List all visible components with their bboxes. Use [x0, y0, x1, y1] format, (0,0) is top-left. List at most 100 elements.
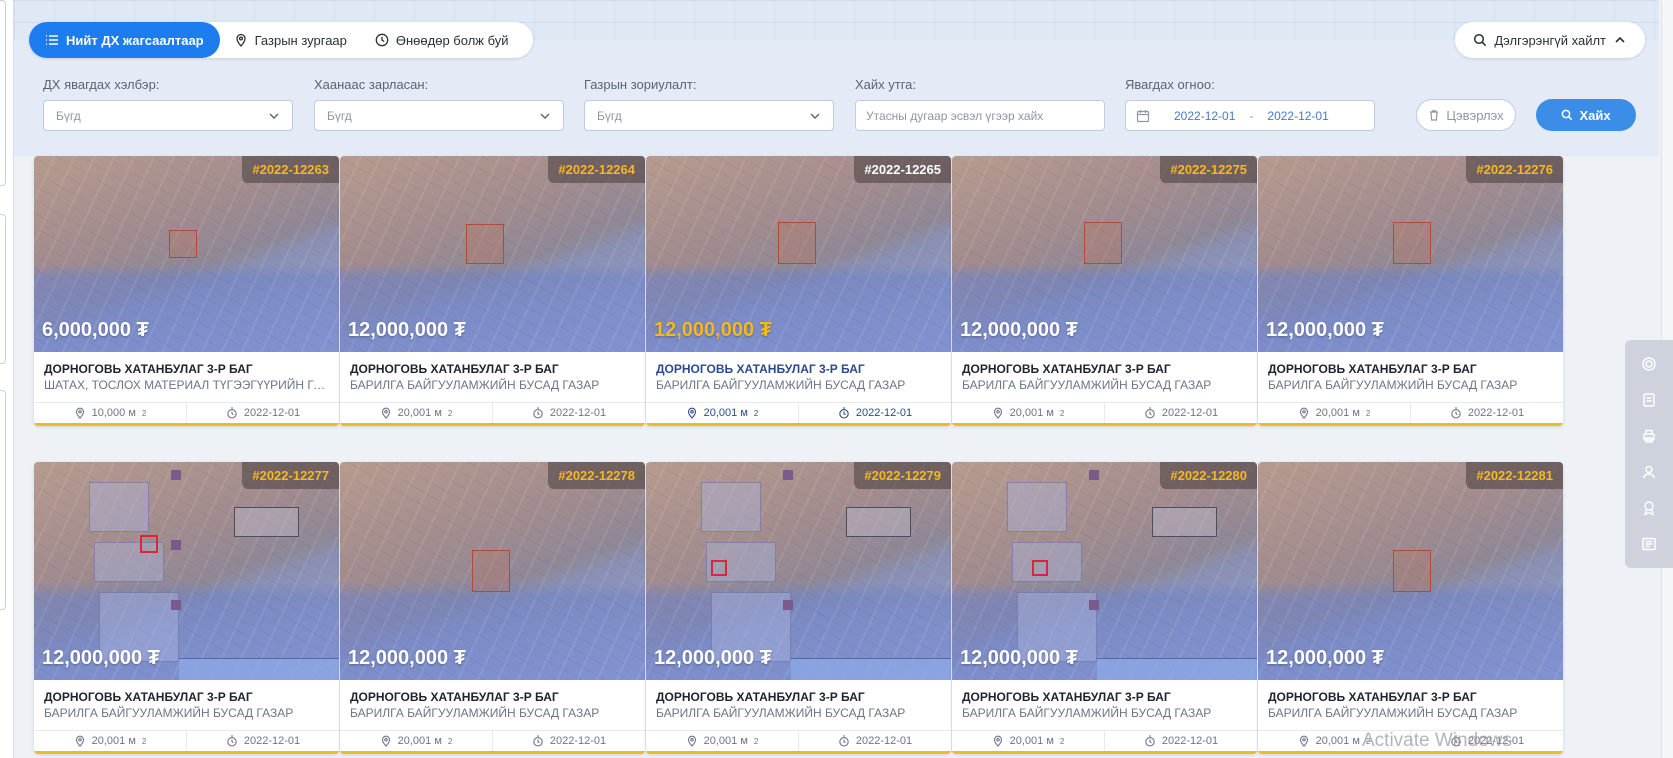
- card-date: 2022-12-01: [1104, 403, 1257, 423]
- parcel-outline: [1393, 222, 1431, 264]
- auction-card[interactable]: #2022-12276 12,000,000 ₮ ДОРНОГОВЬ ХАТАН…: [1258, 156, 1563, 426]
- date-range-picker[interactable]: 2022-12-01 - 2022-12-01: [1125, 100, 1375, 131]
- parcel-outline: [1084, 222, 1122, 264]
- auction-code-badge: #2022-12277: [242, 462, 339, 489]
- card-date: 2022-12-01: [492, 403, 645, 423]
- satellite-image: #2022-12264 12,000,000 ₮: [340, 156, 645, 352]
- auction-code-badge: #2022-12276: [1466, 156, 1563, 183]
- parcel-outline: [1393, 550, 1431, 592]
- satellite-image: #2022-12280 12,000,000 ₮: [952, 462, 1257, 680]
- left-panel-segment: [0, 214, 6, 364]
- card-date: 2022-12-01: [186, 403, 339, 423]
- area-unit-superscript: 2: [753, 736, 759, 746]
- auction-code-badge: #2022-12280: [1160, 462, 1257, 489]
- date-value: 2022-12-01: [855, 407, 913, 419]
- select-value: Бүгд: [56, 108, 81, 123]
- left-panel-segment: [0, 0, 6, 186]
- tab-map-view[interactable]: Газрын зургаар: [220, 22, 361, 58]
- area-value: 20,001 м: [703, 735, 748, 747]
- advanced-search-toggle[interactable]: Дэлгэрэнгүй хайлт: [1455, 22, 1645, 58]
- card-location: ДОРНОГОВЬ ХАТАНБУЛАГ 3-Р БАГ: [350, 690, 559, 704]
- date-value: 2022-12-01: [243, 407, 301, 419]
- search-button[interactable]: Хайх: [1536, 99, 1636, 131]
- card-location: ДОРНОГОВЬ ХАТАНБУЛАГ 3-Р БАГ: [44, 362, 253, 376]
- card-area: 20,001 м 2: [646, 731, 798, 751]
- auction-card[interactable]: #2022-12281 12,000,000 ₮ ДОРНОГОВЬ ХАТАН…: [1258, 462, 1563, 754]
- printer-icon[interactable]: [1641, 428, 1657, 444]
- auction-card[interactable]: #2022-12263 6,000,000 ₮ ДОРНОГОВЬ ХАТАНБ…: [34, 156, 339, 426]
- auction-card[interactable]: #2022-12280 12,000,000 ₮ ДОРНОГОВЬ ХАТАН…: [952, 462, 1257, 754]
- auction-price: 12,000,000 ₮: [348, 319, 466, 341]
- map-pin-icon: [687, 407, 696, 419]
- area-value: 20,001 м: [397, 407, 442, 419]
- stopwatch-icon: [227, 407, 237, 419]
- os-activation-watermark: Activate Windows: [1362, 730, 1512, 751]
- auction-card[interactable]: #2022-12277 12,000,000 ₮ ДОРНОГОВЬ ХАТАН…: [34, 462, 339, 754]
- satellite-image: #2022-12278 12,000,000 ₮: [340, 462, 645, 680]
- area-unit-superscript: 2: [1059, 736, 1065, 746]
- auction-code-badge: #2022-12265: [854, 156, 951, 183]
- area-value: 20,001 м: [1315, 735, 1360, 747]
- satellite-image: #2022-12277 12,000,000 ₮: [34, 462, 339, 680]
- area-value: 20,001 м: [1315, 407, 1360, 419]
- stopwatch-icon: [1451, 407, 1461, 419]
- date-value: 2022-12-01: [855, 735, 913, 747]
- stopwatch-icon: [533, 735, 543, 747]
- area-unit-superscript: 2: [753, 408, 759, 418]
- chevron-down-icon: [269, 113, 279, 119]
- date-value: 2022-12-01: [549, 407, 607, 419]
- auction-code-badge: #2022-12281: [1466, 462, 1563, 489]
- card-date: 2022-12-01: [492, 731, 645, 751]
- side-toolbar: [1625, 340, 1673, 568]
- area-unit-superscript: 2: [447, 736, 453, 746]
- auction-card[interactable]: #2022-12264 12,000,000 ₮ ДОРНОГОВЬ ХАТАН…: [340, 156, 645, 426]
- card-purpose: БАРИЛГА БАЙГУУЛАМЖИЙН БУСАД ГАЗАР: [44, 706, 294, 720]
- area-value: 20,001 м: [91, 735, 136, 747]
- person-icon[interactable]: [1641, 464, 1657, 480]
- card-area: 20,001 м 2: [340, 403, 492, 423]
- map-pin-icon: [381, 407, 390, 419]
- search-icon: [1474, 33, 1487, 47]
- clear-button[interactable]: Цэвэрлэх: [1416, 99, 1516, 131]
- date-separator: -: [1249, 108, 1254, 123]
- search-input[interactable]: [855, 100, 1105, 131]
- date-value: 2022-12-01: [1161, 735, 1219, 747]
- document-icon[interactable]: [1641, 392, 1657, 408]
- auction-type-select[interactable]: Бүгд: [43, 100, 293, 131]
- auction-card[interactable]: #2022-12275 12,000,000 ₮ ДОРНОГОВЬ ХАТАН…: [952, 156, 1257, 426]
- newspaper-icon[interactable]: [1641, 536, 1657, 552]
- card-date: 2022-12-01: [1410, 403, 1563, 423]
- auction-card[interactable]: #2022-12278 12,000,000 ₮ ДОРНОГОВЬ ХАТАН…: [340, 462, 645, 754]
- date-value: 2022-12-01: [243, 735, 301, 747]
- select-value: Бүгд: [597, 108, 622, 123]
- area-unit-superscript: 2: [141, 736, 147, 746]
- land-purpose-select[interactable]: Бүгд: [584, 100, 834, 131]
- auction-price: 12,000,000 ₮: [960, 319, 1078, 341]
- tab-today[interactable]: Өнөөдөр болж буй: [361, 22, 523, 58]
- card-date: 2022-12-01: [798, 403, 951, 423]
- area-value: 10,000 м: [91, 407, 136, 419]
- award-icon[interactable]: [1641, 500, 1657, 516]
- card-purpose: БАРИЛГА БАЙГУУЛАМЖИЙН БУСАД ГАЗАР: [1268, 706, 1518, 720]
- map-pin-icon: [1299, 407, 1308, 419]
- auction-card[interactable]: #2022-12279 12,000,000 ₮ ДОРНОГОВЬ ХАТАН…: [646, 462, 951, 754]
- auction-card-highlighted[interactable]: #2022-12265 12,000,000 ₮ ДОРНОГОВЬ ХАТАН…: [646, 156, 951, 426]
- advanced-search-label: Дэлгэрэнгүй хайлт: [1494, 32, 1606, 48]
- stopwatch-icon: [1145, 735, 1155, 747]
- date-value: 2022-12-01: [1467, 407, 1525, 419]
- left-panel-edge: [0, 0, 14, 758]
- target-icon[interactable]: [1641, 356, 1657, 372]
- stopwatch-icon: [839, 735, 849, 747]
- card-purpose: БАРИЛГА БАЙГУУЛАМЖИЙН БУСАД ГАЗАР: [962, 378, 1212, 392]
- parcel-outline: [472, 550, 510, 592]
- tab-label: Нийт ДХ жагсаалтаар: [66, 32, 204, 48]
- satellite-image: #2022-12276 12,000,000 ₮: [1258, 156, 1563, 352]
- satellite-image: #2022-12281 12,000,000 ₮: [1258, 462, 1563, 680]
- tab-label: Өнөөдөр болж буй: [395, 32, 509, 48]
- tab-list-view[interactable]: Нийт ДХ жагсаалтаар: [29, 22, 220, 58]
- card-location: ДОРНОГОВЬ ХАТАНБУЛАГ 3-Р БАГ: [1268, 690, 1477, 704]
- card-area: 20,001 м 2: [646, 403, 798, 423]
- card-purpose: БАРИЛГА БАЙГУУЛАМЖИЙН БУСАД ГАЗАР: [1268, 378, 1518, 392]
- stopwatch-icon: [227, 735, 237, 747]
- announcer-select[interactable]: Бүгд: [314, 100, 564, 131]
